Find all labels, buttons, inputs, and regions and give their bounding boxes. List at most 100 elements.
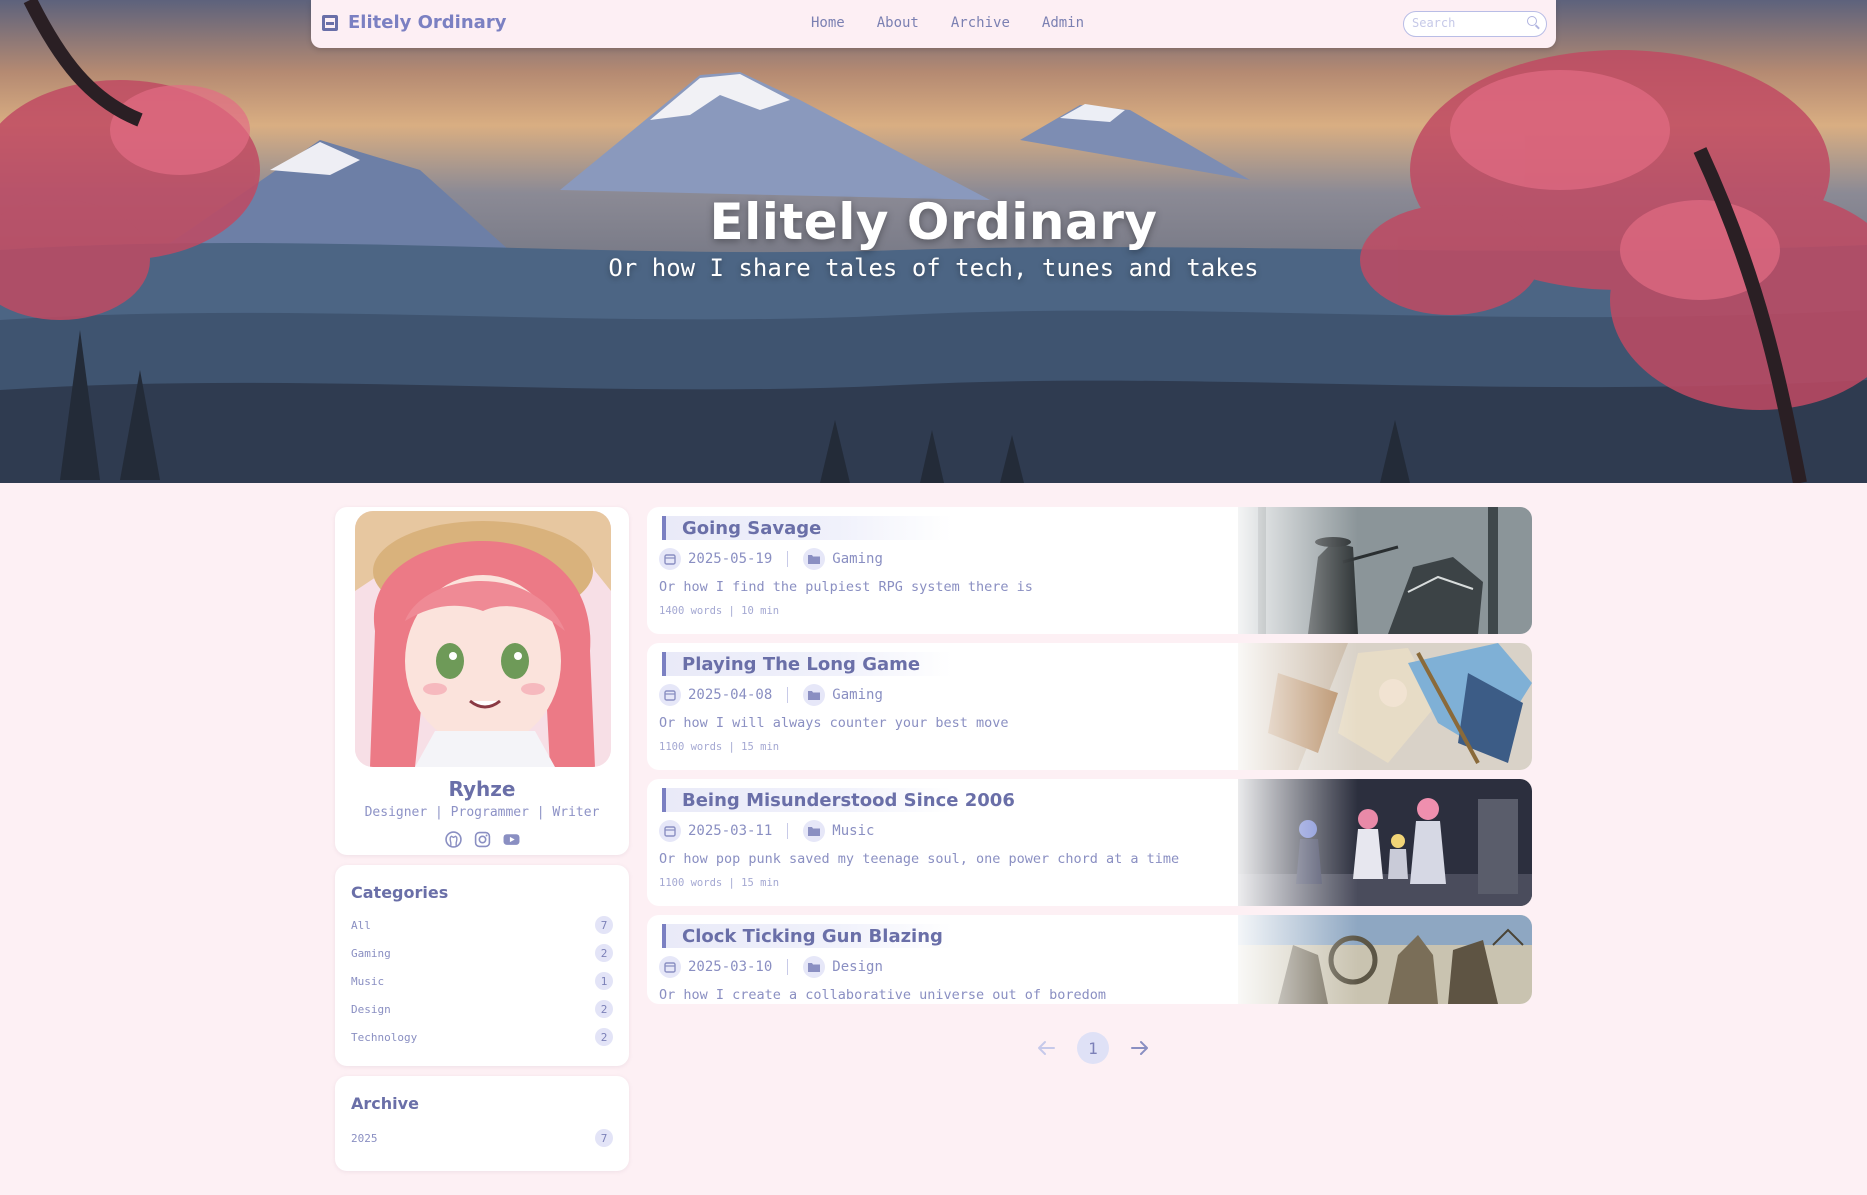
archive-label: 2025 xyxy=(351,1131,378,1145)
category-label: Design xyxy=(351,1002,391,1016)
post-cover-image xyxy=(1238,643,1532,770)
pagination: 1 xyxy=(1033,1032,1153,1064)
top-navbar: Elitely Ordinary Home About Archive Admi… xyxy=(311,0,1556,48)
profile-role: Designer | Programmer | Writer xyxy=(364,805,600,820)
image-fade-overlay xyxy=(1238,507,1358,634)
post-card[interactable]: Being Misunderstood Since 2006 2025-03-1… xyxy=(647,779,1532,906)
post-meta: 2025-05-19 Gaming xyxy=(659,548,883,570)
post-title-bar: Clock Ticking Gun Blazing xyxy=(662,924,952,948)
image-fade-overlay xyxy=(1238,915,1358,1004)
category-item-technology[interactable]: Technology 2 xyxy=(351,1027,613,1047)
categories-card: Categories All 7 Gaming 2 Music 1 Design… xyxy=(335,865,629,1066)
category-item-gaming[interactable]: Gaming 2 xyxy=(351,943,613,963)
avatar-illustration xyxy=(355,511,611,767)
post-excerpt: Or how I will always counter your best m… xyxy=(659,715,1009,731)
profile-name: Ryhze xyxy=(448,777,516,801)
folder-icon xyxy=(803,956,826,978)
post-category[interactable]: Design xyxy=(832,959,883,975)
category-item-music[interactable]: Music 1 xyxy=(351,971,613,991)
meta-divider xyxy=(787,551,789,567)
post-excerpt: Or how I create a collaborative universe… xyxy=(659,987,1107,1003)
post-title[interactable]: Going Savage xyxy=(682,518,821,539)
count-badge: 1 xyxy=(595,972,613,990)
post-date: 2025-03-10 xyxy=(688,959,773,975)
post-category[interactable]: Music xyxy=(832,823,874,839)
category-item-design[interactable]: Design 2 xyxy=(351,999,613,1019)
post-title[interactable]: Clock Ticking Gun Blazing xyxy=(682,926,943,947)
image-fade-overlay xyxy=(1238,643,1358,770)
folder-icon xyxy=(803,548,826,570)
count-badge: 7 xyxy=(595,1129,613,1147)
meta-divider xyxy=(787,687,789,703)
category-label: All xyxy=(351,918,371,932)
nav-admin-link[interactable]: Admin xyxy=(1042,15,1084,31)
count-badge: 2 xyxy=(595,944,613,962)
hero-title: Elitely Ordinary xyxy=(709,193,1158,251)
count-badge: 2 xyxy=(595,1028,613,1046)
post-date: 2025-03-11 xyxy=(688,823,773,839)
post-cover-image xyxy=(1238,779,1532,906)
calendar-icon xyxy=(659,820,681,842)
next-page-arrow-icon[interactable] xyxy=(1127,1035,1153,1061)
post-stats: 1100 words | 15 min xyxy=(659,741,780,753)
category-label: Music xyxy=(351,974,385,988)
categories-title: Categories xyxy=(351,883,449,902)
post-date: 2025-04-08 xyxy=(688,687,773,703)
nav-archive-link[interactable]: Archive xyxy=(951,15,1010,31)
book-icon xyxy=(322,14,338,31)
calendar-icon xyxy=(659,956,681,978)
search-input[interactable] xyxy=(1412,12,1522,34)
folder-icon xyxy=(803,684,826,706)
instagram-icon[interactable] xyxy=(474,831,491,848)
archive-card: Archive 2025 7 xyxy=(335,1076,629,1171)
calendar-icon xyxy=(659,684,681,706)
post-date: 2025-05-19 xyxy=(688,551,773,567)
youtube-icon[interactable] xyxy=(503,831,520,848)
post-meta: 2025-03-10 Design xyxy=(659,956,883,978)
folder-icon xyxy=(803,820,826,842)
nav-home-link[interactable]: Home xyxy=(811,15,845,31)
archive-title: Archive xyxy=(351,1094,419,1113)
post-stats: 1100 words | 15 min xyxy=(659,877,780,889)
post-meta: 2025-03-11 Music xyxy=(659,820,874,842)
prev-page-arrow-icon[interactable] xyxy=(1033,1035,1059,1061)
profile-card: Ryhze Designer | Programmer | Writer xyxy=(335,507,629,855)
social-links xyxy=(335,831,629,848)
brand-link[interactable]: Elitely Ordinary xyxy=(322,12,506,33)
post-title-bar: Playing The Long Game xyxy=(662,652,952,676)
post-category[interactable]: Gaming xyxy=(832,551,883,567)
category-item-all[interactable]: All 7 xyxy=(351,915,613,935)
post-stats: 1400 words | 10 min xyxy=(659,605,780,617)
post-excerpt: Or how pop punk saved my teenage soul, o… xyxy=(659,851,1180,867)
post-excerpt: Or how I find the pulpiest RPG system th… xyxy=(659,579,1033,595)
count-badge: 2 xyxy=(595,1000,613,1018)
brand-name: Elitely Ordinary xyxy=(348,12,507,33)
post-cover-image xyxy=(1238,915,1532,1004)
meta-divider xyxy=(787,823,789,839)
post-meta: 2025-04-08 Gaming xyxy=(659,684,883,706)
hero-subtitle: Or how I share tales of tech, tunes and … xyxy=(608,254,1259,282)
calendar-icon xyxy=(659,548,681,570)
post-cover-image xyxy=(1238,507,1532,634)
archive-item-2025[interactable]: 2025 7 xyxy=(351,1128,613,1148)
post-category[interactable]: Gaming xyxy=(832,687,883,703)
category-label: Technology xyxy=(351,1030,418,1044)
image-fade-overlay xyxy=(1238,779,1358,906)
post-title[interactable]: Playing The Long Game xyxy=(682,654,920,675)
hero-banner: Elitely Ordinary Or how I share tales of… xyxy=(0,0,1867,483)
post-card[interactable]: Clock Ticking Gun Blazing 2025-03-10 Des… xyxy=(647,915,1532,1004)
search-icon[interactable] xyxy=(1527,16,1537,26)
nav-about-link[interactable]: About xyxy=(877,15,919,31)
count-badge: 7 xyxy=(595,916,613,934)
post-card[interactable]: Going Savage 2025-05-19 Gaming Or how I … xyxy=(647,507,1532,634)
nav-menu: Home About Archive Admin xyxy=(811,15,1084,31)
avatar xyxy=(355,511,611,767)
post-title-bar: Going Savage xyxy=(662,516,952,540)
meta-divider xyxy=(787,959,789,975)
post-card[interactable]: Playing The Long Game 2025-04-08 Gaming … xyxy=(647,643,1532,770)
page-number-button[interactable]: 1 xyxy=(1077,1032,1109,1064)
post-title[interactable]: Being Misunderstood Since 2006 xyxy=(682,790,1015,811)
github-icon[interactable] xyxy=(444,831,462,848)
search-box xyxy=(1403,11,1547,37)
category-label: Gaming xyxy=(351,946,391,960)
